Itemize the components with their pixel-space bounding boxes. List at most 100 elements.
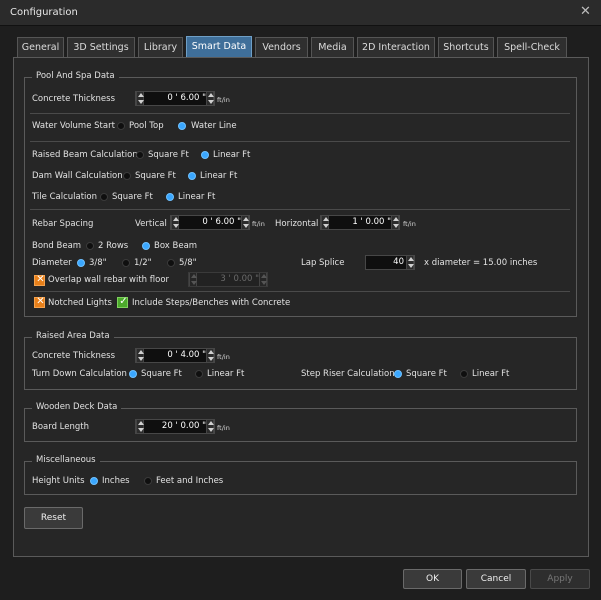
ok-button[interactable]: OK [403, 569, 462, 589]
turn-down-linear-ft-radio[interactable] [195, 370, 203, 378]
notched-lights-label: Notched Lights [48, 298, 112, 308]
tab-media[interactable]: Media [311, 37, 354, 58]
tile-linear-ft-label: Linear Ft [178, 192, 216, 202]
water-volume-pool-top-radio[interactable] [117, 122, 125, 130]
step-riser-linear-ft-radio[interactable] [460, 370, 468, 378]
tab-shortcuts[interactable]: Shortcuts [438, 37, 494, 58]
raised-concrete-thickness-label: Concrete Thickness [32, 351, 116, 361]
water-volume-label: Water Volume Start [32, 121, 115, 131]
stepper-arrows-icon[interactable] [321, 216, 329, 229]
rebar-spacing-label: Rebar Spacing [32, 219, 94, 229]
tab-spell-check[interactable]: Spell-Check [497, 37, 567, 58]
raised-concrete-thickness-stepper[interactable]: 0 ' 4.00 " [135, 348, 215, 363]
lap-splice-value: 40 [393, 257, 404, 267]
tile-label: Tile Calculation [32, 192, 98, 202]
concrete-thickness-value: 0 ' 6.00 " [167, 93, 206, 103]
concrete-thickness-stepper[interactable]: 0 ' 6.00 " [135, 91, 215, 106]
bond-beam-2-rows-radio[interactable] [86, 242, 94, 250]
diameter-5-8-radio[interactable] [167, 259, 175, 267]
close-icon[interactable]: ✕ [580, 4, 591, 19]
concrete-thickness-label: Concrete Thickness [32, 94, 116, 104]
raised-beam-linear-ft-radio[interactable] [201, 151, 209, 159]
overlap-rebar-checkbox[interactable]: ✕ [34, 274, 45, 286]
include-steps-checkbox[interactable]: ✓ [117, 296, 128, 308]
bond-beam-box-beam-radio[interactable] [142, 242, 150, 250]
height-units-label: Height Units [32, 476, 85, 486]
stepper-arrows-icon[interactable] [136, 92, 144, 105]
stepper-arrows-icon[interactable] [136, 420, 144, 433]
diameter-3-8-label: 3/8" [89, 258, 107, 268]
tab-vendors[interactable]: Vendors [255, 37, 308, 58]
diameter-3-8-radio[interactable] [77, 259, 85, 267]
board-length-label: Board Length [32, 422, 90, 432]
turn-down-label: Turn Down Calculation [32, 369, 127, 379]
step-riser-square-ft-label: Square Ft [406, 369, 447, 379]
pool-spa-title: Pool And Spa Data [32, 71, 119, 81]
cancel-button[interactable]: Cancel [466, 569, 526, 589]
step-riser-label: Step Riser Calculation [301, 369, 395, 379]
reset-button[interactable]: Reset [24, 507, 83, 529]
bond-beam-box-beam-label: Box Beam [154, 241, 198, 251]
lap-splice-stepper[interactable]: 40 [365, 255, 415, 270]
raised-area-title: Raised Area Data [32, 331, 114, 341]
height-units-inches-radio[interactable] [90, 477, 98, 485]
divider [30, 209, 570, 210]
tile-square-ft-radio[interactable] [100, 193, 108, 201]
window-title: Configuration [10, 7, 78, 18]
height-units-feet-inches-label: Feet and Inches [156, 476, 224, 486]
lap-splice-formula: x diameter = 15.00 inches [424, 258, 538, 268]
stepper-arrows-icon[interactable] [241, 216, 249, 229]
title-bar [0, 0, 601, 26]
stepper-arrows-icon[interactable] [406, 256, 414, 269]
stepper-arrows-icon[interactable] [391, 216, 399, 229]
tab-general[interactable]: General [17, 37, 64, 58]
dam-wall-linear-ft-radio[interactable] [188, 172, 196, 180]
stepper-arrows-icon[interactable] [189, 273, 197, 286]
tab-2d-interaction[interactable]: 2D Interaction [357, 37, 435, 58]
turn-down-square-ft-radio[interactable] [129, 370, 137, 378]
bond-beam-2-rows-label: 2 Rows [98, 241, 129, 251]
raised-beam-square-ft-radio[interactable] [136, 151, 144, 159]
board-length-stepper[interactable]: 20 ' 0.00 " [135, 419, 215, 434]
raised-beam-label: Raised Beam Calculation [32, 150, 138, 160]
rebar-vertical-stepper[interactable]: 0 ' 6.00 " [170, 215, 250, 230]
stepper-arrows-icon[interactable] [206, 349, 214, 362]
dam-wall-square-ft-label: Square Ft [135, 171, 176, 181]
include-steps-label: Include Steps/Benches with Concrete [132, 298, 291, 308]
stepper-arrows-icon[interactable] [259, 273, 267, 286]
tab-3d-settings[interactable]: 3D Settings [67, 37, 135, 58]
water-volume-water-line-label: Water Line [191, 121, 237, 131]
raised-area-group [24, 337, 577, 390]
step-riser-linear-ft-label: Linear Ft [472, 369, 510, 379]
stepper-arrows-icon[interactable] [136, 349, 144, 362]
notched-lights-checkbox[interactable]: ✕ [34, 296, 45, 308]
tile-square-ft-label: Square Ft [112, 192, 153, 202]
dam-wall-square-ft-radio[interactable] [123, 172, 131, 180]
concrete-thickness-unit: ft/in [217, 96, 230, 104]
stepper-arrows-icon[interactable] [206, 420, 214, 433]
stepper-arrows-icon[interactable] [206, 92, 214, 105]
rebar-horizontal-stepper[interactable]: 1 ' 0.00 " [320, 215, 400, 230]
tab-library[interactable]: Library [138, 37, 183, 58]
rebar-horizontal-value: 1 ' 0.00 " [352, 217, 391, 227]
stepper-arrows-icon[interactable] [171, 216, 179, 229]
overlap-rebar-stepper[interactable]: 3 ' 0.00 " [188, 272, 268, 287]
x-mark-icon: ✕ [36, 296, 45, 307]
miscellaneous-title: Miscellaneous [32, 455, 100, 465]
overlap-rebar-value: 3 ' 0.00 " [220, 274, 259, 284]
water-volume-water-line-radio[interactable] [178, 122, 186, 130]
raised-beam-linear-ft-label: Linear Ft [213, 150, 251, 160]
turn-down-square-ft-label: Square Ft [141, 369, 182, 379]
lap-splice-label: Lap Splice [301, 258, 345, 268]
apply-button[interactable]: Apply [530, 569, 590, 589]
check-mark-icon: ✓ [119, 296, 128, 307]
tab-smart-data[interactable]: Smart Data [186, 36, 252, 59]
tile-linear-ft-radio[interactable] [166, 193, 174, 201]
board-length-value: 20 ' 0.00 " [161, 421, 206, 431]
height-units-feet-inches-radio[interactable] [144, 477, 152, 485]
diameter-label: Diameter [32, 258, 72, 268]
step-riser-square-ft-radio[interactable] [394, 370, 402, 378]
rebar-horizontal-label: Horizontal [275, 219, 319, 229]
diameter-1-2-radio[interactable] [122, 259, 130, 267]
x-mark-icon: ✕ [36, 274, 45, 285]
